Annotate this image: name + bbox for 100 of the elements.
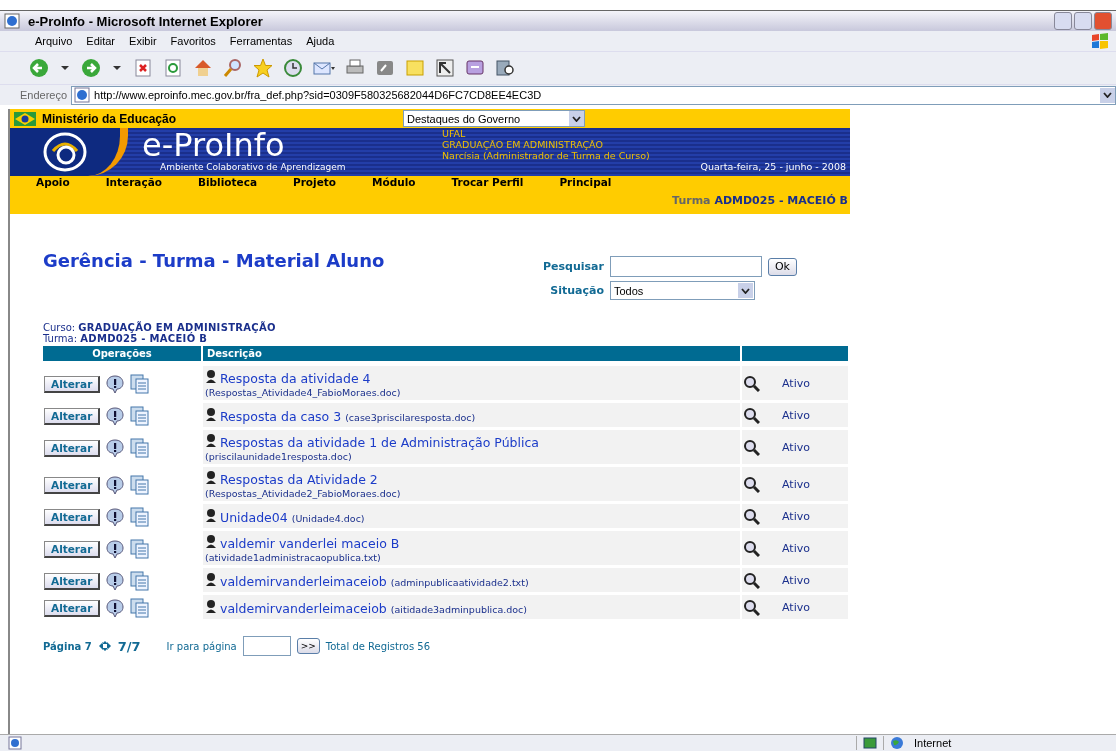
status-text: Ativo [782,477,810,491]
copy-icon[interactable] [130,406,150,426]
page-icon [8,736,22,750]
course-info: Curso: GRADUAÇÃO EM ADMINISTRAÇÃO [43,322,277,333]
edit-button[interactable]: Alterar [44,599,101,617]
ministry-name: Ministério da Educação [42,111,178,126]
address-field[interactable]: http://www.eproinfo.mec.gov.br/fra_def.php?sid=0309F580325682044D6FC7CD8EE4EC3D [71,85,1116,105]
material-title-link[interactable]: valdemirvanderleimaceiob [220,573,387,589]
chevron-icon [572,115,581,122]
copy-icon[interactable] [130,598,150,618]
edit-button[interactable]: Alterar [44,572,101,590]
edit-button[interactable]: Alterar [44,476,101,494]
status-dropdown[interactable]: Todos [609,281,755,300]
minimize-button[interactable] [1054,12,1072,30]
alert-bubble-icon[interactable] [106,598,125,618]
search-icon[interactable] [743,539,760,557]
person-icon [205,369,217,383]
forward-icon[interactable] [80,57,102,79]
material-title-link[interactable]: Respostas da Atividade 2 [220,472,378,487]
menu-item[interactable]: Arquivo [28,35,80,47]
file-name: (Respostas_Atividade4_FabioMoraes.doc) [205,387,402,398]
material-title-link[interactable]: Respostas da atividade 1 de Administração Pública [220,435,539,450]
copy-icon[interactable] [130,438,150,458]
edit-button[interactable]: Alterar [44,540,101,558]
status-text: Ativo [782,408,810,422]
nav-link[interactable]: Biblioteca [198,176,257,188]
page-field[interactable] [242,636,291,656]
copy-icon[interactable] [130,374,150,394]
alert-bubble-icon[interactable] [106,406,125,426]
edit-button[interactable]: Alterar [44,407,101,425]
globe-icon [890,736,904,750]
copy-icon[interactable] [130,475,150,495]
material-title-link[interactable]: valdemir vanderlei maceio B [220,536,400,551]
search-field[interactable] [609,256,762,277]
nav-link[interactable]: Principal [559,176,612,188]
search-icon[interactable] [743,374,760,392]
ok-button[interactable]: Ok [767,257,797,276]
page-label: Página 7 [43,640,92,652]
person-icon [205,406,217,421]
material-title-link[interactable]: Resposta da atividade 4 [220,371,371,386]
person-icon [205,534,217,548]
search-icon[interactable] [743,598,760,616]
date-text: Quarta-feira, 25 - junho - 2008 [700,161,846,172]
material-title-link[interactable]: Resposta da caso 3 [220,408,342,424]
nav-link[interactable]: Projeto [292,176,336,188]
edit-button[interactable]: Alterar [44,508,101,526]
status-text: Ativo [782,440,810,454]
search-icon[interactable] [743,438,760,456]
page-title: Gerência - Turma - Material Aluno [43,250,386,273]
gov-dropdown[interactable]: Destaques do Governo [403,110,585,127]
history-icon[interactable] [282,57,304,79]
alert-bubble-icon[interactable] [106,539,125,559]
file-name: (atividade1administracaopublica.txt) [205,552,382,563]
menu-item[interactable]: Exibir [122,35,164,47]
windows-logo-icon [1090,32,1110,50]
edit-button[interactable]: Alterar [44,375,101,393]
person-icon [205,571,217,586]
page-icon [74,87,91,103]
alert-bubble-icon[interactable] [106,374,125,394]
nav-link[interactable]: Interação [105,176,162,188]
material-title-link[interactable]: valdemirvanderleimaceiob [220,600,387,616]
stop-icon[interactable] [132,57,154,79]
nav-link[interactable]: Apoio [36,176,70,188]
chevron-icon [1103,92,1112,98]
alert-bubble-icon[interactable] [106,475,125,495]
menu-item[interactable]: Favoritos [163,35,223,47]
copy-icon[interactable] [130,507,150,527]
restore-button[interactable] [1074,12,1092,30]
search-icon[interactable] [743,571,760,589]
class-label: Turma [672,194,712,207]
person-icon [205,470,217,484]
window-icon[interactable] [434,57,456,79]
search-icon[interactable] [743,475,760,493]
refresh-icon[interactable] [162,57,184,79]
search-icon[interactable] [743,406,760,424]
material-title-link[interactable]: Unidade04 [220,509,288,525]
menu-item[interactable]: Ferramentas [222,35,300,47]
status-label: Situação [549,284,604,297]
alert-bubble-icon[interactable] [106,507,125,527]
person-icon [205,598,217,613]
person-icon [205,507,217,522]
search-icon[interactable] [743,507,760,525]
alert-bubble-icon[interactable] [106,571,125,591]
go-button[interactable]: >> [296,638,320,654]
url-text: http://www.eproinfo.mec.gov.br/fra_def.php?sid=0309F580325682044D6FC7CD8EE4EC3D [94,89,542,101]
back-icon[interactable] [28,57,50,79]
star-icon[interactable] [252,57,274,79]
copy-icon[interactable] [130,539,150,559]
alert-bubble-icon[interactable] [106,438,125,458]
nav-link[interactable]: Módulo [372,176,416,188]
nav-link[interactable]: Trocar Perfil [451,176,524,188]
edit-button[interactable]: Alterar [44,439,101,457]
menu-item[interactable]: Editar [79,35,123,47]
goto-label: Ir para página [166,640,237,652]
copy-icon[interactable] [130,571,150,591]
zone-label: Internet [914,737,952,749]
column-header: Descrição [203,346,740,361]
person-icon [205,433,217,447]
logo-text: e-ProInfo [142,128,285,162]
menu-item[interactable]: Ajuda [299,35,342,47]
